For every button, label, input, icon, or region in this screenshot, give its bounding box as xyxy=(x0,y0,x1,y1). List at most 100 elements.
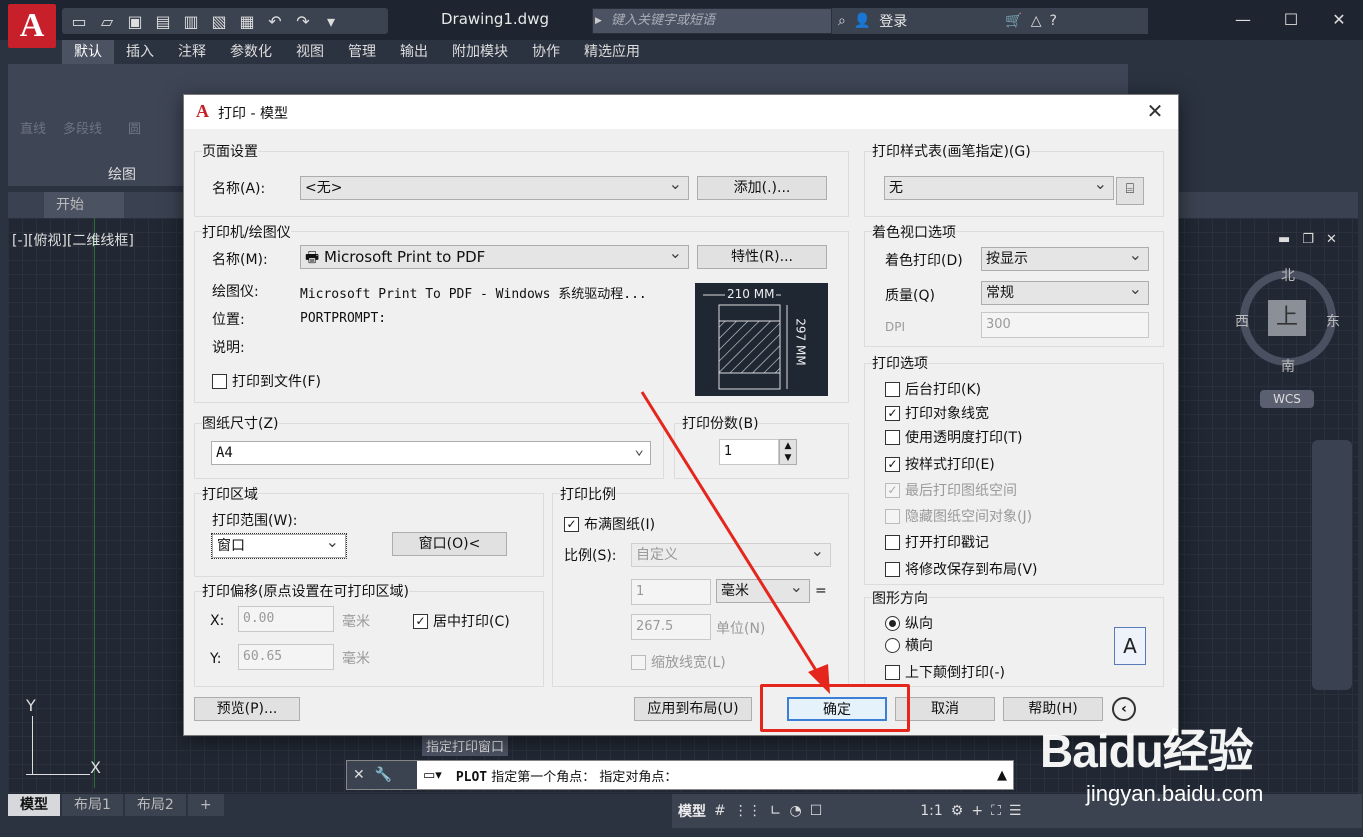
ribbon-tab-insert[interactable]: 插入 xyxy=(114,40,166,64)
search-input[interactable]: 键入关键字或短语 xyxy=(592,8,832,34)
a360-icon[interactable]: △ xyxy=(1031,13,1042,29)
plot-range-select[interactable]: 窗口 xyxy=(211,533,347,559)
binoculars-icon[interactable]: ⌕ xyxy=(838,13,846,29)
undo-icon[interactable]: ↶ xyxy=(264,12,286,31)
compass-south[interactable]: 南 xyxy=(1281,356,1295,376)
maximize-icon[interactable]: ☐ xyxy=(1267,0,1315,40)
open-file-icon[interactable]: ▱ xyxy=(96,12,118,31)
upside-down-checkbox[interactable]: 上下颠倒打印(-) xyxy=(885,662,1005,682)
layout-tab-layout1[interactable]: 布局1 xyxy=(62,794,123,816)
settings-gear-icon[interactable]: ⚙ xyxy=(951,803,964,819)
minimize-viewport-icon[interactable]: ▬ xyxy=(1278,232,1290,247)
command-history-icon[interactable]: ▲ xyxy=(997,768,1013,783)
paper-size-select[interactable]: A4 xyxy=(211,441,651,465)
add-page-setup-button[interactable]: 添加(.)... xyxy=(697,176,827,200)
model-space-toggle[interactable]: 模型 xyxy=(678,801,706,821)
scale-value1-input[interactable]: 1 xyxy=(631,579,711,605)
close-viewport-icon[interactable]: ✕ xyxy=(1326,232,1337,247)
center-plot-checkbox[interactable]: ✓ 居中打印(C) xyxy=(413,611,510,631)
viewport-label[interactable]: [-][俯视][二维线框] xyxy=(12,230,134,250)
compass-north[interactable]: 北 xyxy=(1281,265,1295,285)
close-window-icon[interactable]: ✕ xyxy=(1315,0,1363,40)
close-command-icon[interactable]: ✕ xyxy=(353,767,365,783)
fullscreen-icon[interactable]: ⛶ xyxy=(991,803,1001,819)
scale-value2-input[interactable]: 267.5 xyxy=(631,614,711,640)
cart-icon[interactable]: 🛒 xyxy=(1005,13,1022,29)
snap-icon[interactable]: ⋮⋮ xyxy=(734,803,762,819)
landscape-radio[interactable]: 横向 xyxy=(885,635,933,655)
ribbon-tab-featured-apps[interactable]: 精选应用 xyxy=(572,40,652,64)
ribbon-tab-output[interactable]: 输出 xyxy=(388,40,440,64)
app-logo[interactable]: A xyxy=(8,4,56,48)
draw-panel-label[interactable]: 绘图 xyxy=(108,164,136,184)
navigation-bar[interactable] xyxy=(1312,440,1352,690)
polar-icon[interactable]: ◔ xyxy=(789,803,801,819)
qat-dropdown-icon[interactable]: ▾ xyxy=(320,12,342,31)
plot-lineweights-checkbox[interactable]: ✓ 打印对象线宽 xyxy=(885,403,989,423)
plot-style-select[interactable]: 无 xyxy=(884,176,1114,200)
copies-input[interactable]: 1 xyxy=(719,439,779,465)
annotation-scale[interactable]: 1:1 xyxy=(920,803,943,819)
fit-to-paper-checkbox[interactable]: ✓ 布满图纸(I) xyxy=(564,514,655,534)
save-as-icon[interactable]: ▤ xyxy=(152,12,174,31)
quality-select[interactable]: 常规 xyxy=(981,281,1149,305)
grid-icon[interactable]: # xyxy=(714,803,726,819)
viewcube-top-face[interactable]: 上 xyxy=(1268,300,1306,336)
hide-paperspace-objects-checkbox[interactable]: 隐藏图纸空间对象(J) xyxy=(885,506,1032,526)
offset-x-input[interactable]: 0.00 xyxy=(238,606,334,632)
ribbon-tab-view[interactable]: 视图 xyxy=(284,40,336,64)
window-pick-button[interactable]: 窗口(O)< xyxy=(392,532,507,556)
plot-icon[interactable]: ▦ xyxy=(236,12,258,31)
open-web-icon[interactable]: ▥ xyxy=(180,12,202,31)
background-plot-checkbox[interactable]: 后台打印(K) xyxy=(885,379,981,399)
restore-viewport-icon[interactable]: ❐ xyxy=(1302,232,1314,247)
plot-transparency-checkbox[interactable]: 使用透明度打印(T) xyxy=(885,427,1022,447)
start-tab[interactable]: 开始 xyxy=(44,192,124,218)
command-icon[interactable]: ▭▾ xyxy=(417,768,442,783)
cancel-button[interactable]: 取消 xyxy=(895,697,995,721)
minimize-icon[interactable]: — xyxy=(1219,0,1267,40)
ribbon-tab-addins[interactable]: 附加模块 xyxy=(440,40,520,64)
customize-wrench-icon[interactable]: 🔧 xyxy=(375,767,392,783)
new-file-icon[interactable]: ▭ xyxy=(68,12,90,31)
copies-spinner[interactable]: ▲ ▼ xyxy=(779,439,797,465)
osnap-icon[interactable]: ☐ xyxy=(810,803,823,819)
wcs-menu[interactable]: WCS xyxy=(1260,390,1314,408)
printer-name-select[interactable]: 🖶 Microsoft Print to PDF xyxy=(300,245,689,269)
plot-paperspace-last-checkbox[interactable]: ✓ 最后打印图纸空间 xyxy=(885,480,1017,500)
printer-properties-button[interactable]: 特性(R)... xyxy=(697,245,827,269)
redo-icon[interactable]: ↷ xyxy=(292,12,314,31)
plot-stamp-checkbox[interactable]: 打开打印戳记 xyxy=(885,532,989,552)
command-line[interactable]: ✕ 🔧 ▭▾ PLOT 指定第一个角点： 指定对角点： ▲ xyxy=(346,760,1014,790)
compass-east[interactable]: 东 xyxy=(1326,311,1340,331)
apply-to-layout-button[interactable]: 应用到布局(U) xyxy=(634,697,752,721)
ribbon-tab-parametric[interactable]: 参数化 xyxy=(218,40,284,64)
layout-tab-model[interactable]: 模型 xyxy=(8,794,60,816)
ribbon-tool-polyline[interactable]: 多段线 xyxy=(63,118,102,137)
compass-west[interactable]: 西 xyxy=(1235,311,1249,331)
add-layout-icon[interactable]: + xyxy=(187,794,224,816)
ortho-icon[interactable]: ∟ xyxy=(770,803,782,819)
portrait-radio[interactable]: 纵向 xyxy=(885,613,933,633)
offset-y-input[interactable]: 60.65 xyxy=(238,644,334,670)
help-icon[interactable]: ? xyxy=(1050,13,1057,29)
user-icon[interactable]: 👤 xyxy=(854,13,871,29)
save-icon[interactable]: ▣ xyxy=(124,12,146,31)
edit-plot-style-icon[interactable]: ⌸ xyxy=(1116,177,1144,205)
print-to-file-checkbox[interactable]: 打印到文件(F) xyxy=(212,371,321,391)
plot-with-styles-checkbox[interactable]: ✓ 按样式打印(E) xyxy=(885,454,995,474)
shade-plot-select[interactable]: 按显示 xyxy=(981,247,1149,271)
scale-select[interactable]: 自定义 xyxy=(631,543,831,567)
dialog-close-icon[interactable]: ✕ xyxy=(1142,99,1168,123)
preview-button[interactable]: 预览(P)... xyxy=(194,697,300,721)
save-changes-to-layout-checkbox[interactable]: 将修改保存到布局(V) xyxy=(885,559,1038,579)
layout-tab-layout2[interactable]: 布局2 xyxy=(124,794,186,816)
scale-lineweights-checkbox[interactable]: 缩放线宽(L) xyxy=(631,652,726,672)
scale-unit-select[interactable]: 毫米 xyxy=(716,579,810,603)
ribbon-tab-collaborate[interactable]: 协作 xyxy=(520,40,572,64)
dpi-input[interactable]: 300 xyxy=(981,312,1149,338)
ribbon-tab-default[interactable]: 默认 xyxy=(62,40,114,64)
ribbon-tab-manage[interactable]: 管理 xyxy=(336,40,388,64)
page-setup-name-select[interactable]: <无> xyxy=(300,176,689,200)
ribbon-tool-circle[interactable]: 圆 xyxy=(128,118,141,137)
